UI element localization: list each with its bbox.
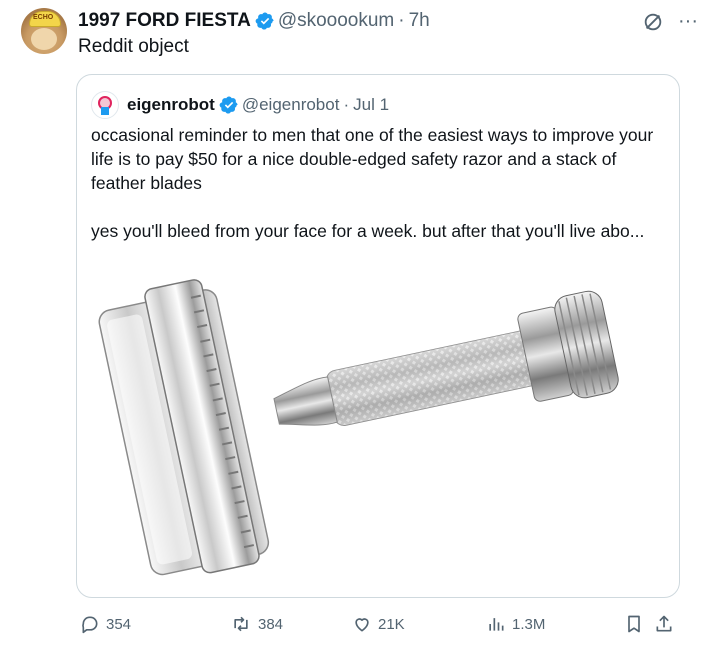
- share-icon: [656, 615, 672, 632]
- like-button[interactable]: 21K: [352, 614, 405, 634]
- like-count: 21K: [378, 615, 405, 633]
- quoted-avatar[interactable]: [91, 91, 119, 119]
- author-handle[interactable]: @skooookum: [278, 10, 394, 32]
- quoted-tweet-card[interactable]: eigenrobot @eigenrobot · Jul 1 occasiona…: [76, 74, 680, 598]
- quoted-text: occasional reminder to men that one of t…: [91, 123, 666, 243]
- repost-count: 384: [258, 615, 284, 633]
- author-avatar[interactable]: ECHO: [21, 8, 67, 54]
- safety-razor-image[interactable]: [77, 250, 679, 597]
- tweet-text: Reddit object: [78, 36, 189, 57]
- quoted-author-handle[interactable]: @eigenrobot: [242, 95, 340, 115]
- reply-count: 354: [106, 615, 132, 633]
- quoted-date[interactable]: Jul 1: [353, 95, 389, 115]
- verified-badge-icon: [255, 12, 274, 30]
- reply-icon: [82, 616, 98, 634]
- avatar-face: [31, 28, 57, 50]
- quoted-paragraph-1: occasional reminder to men that one of t…: [91, 125, 654, 193]
- bookmark-icon: [628, 615, 640, 633]
- repost-button[interactable]: 384: [230, 614, 283, 634]
- more-options-icon[interactable]: ···: [678, 10, 698, 33]
- bookmark-button[interactable]: [624, 614, 650, 634]
- view-count: 1.3M: [512, 615, 546, 633]
- quoted-verified-badge-icon: [219, 96, 238, 114]
- quoted-author-name[interactable]: eigenrobot: [127, 95, 215, 115]
- author-name[interactable]: 1997 FORD FIESTA: [78, 10, 251, 32]
- quoted-time-separator: ·: [343, 95, 350, 114]
- repost-icon: [234, 616, 248, 632]
- time-separator: ·: [398, 10, 405, 31]
- action-bar: 354 384 21K 1.3M: [80, 614, 680, 640]
- grok-icon[interactable]: [642, 11, 664, 33]
- views-button[interactable]: 1.3M: [486, 614, 545, 634]
- top-right-icons: ···: [642, 10, 698, 33]
- views-chart-icon: [489, 618, 504, 631]
- reply-button[interactable]: 354: [80, 614, 131, 634]
- tweet-time[interactable]: 7h: [409, 10, 430, 32]
- avatar-hat-text: ECHO: [33, 14, 54, 21]
- share-button[interactable]: [654, 614, 680, 634]
- avatar-hat: ECHO: [29, 11, 61, 27]
- quoted-header: eigenrobot @eigenrobot · Jul 1: [91, 91, 389, 119]
- quoted-paragraph-2: yes you'll bleed from your face for a we…: [91, 221, 645, 241]
- tweet-header: 1997 FORD FIESTA @skooookum · 7h: [78, 8, 430, 34]
- heart-icon: [355, 618, 369, 632]
